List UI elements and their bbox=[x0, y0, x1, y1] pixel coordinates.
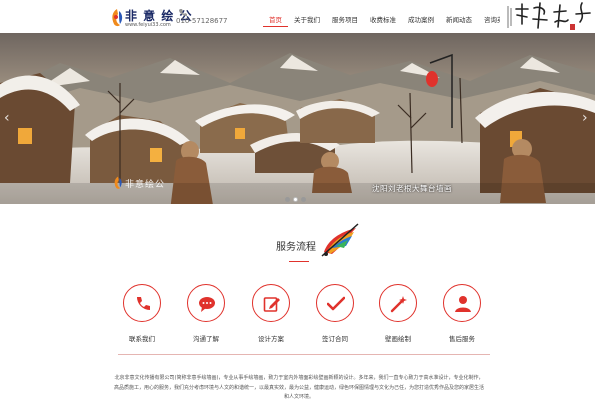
about-text: 北京非意文化传播有限公司(简称非意手绘墙画)，专业从事手绘墙画，致力于室内外墙面… bbox=[114, 375, 485, 400]
watermark-logo-icon bbox=[114, 176, 122, 189]
carousel-dots bbox=[285, 197, 306, 202]
step-label: 沟通了解 bbox=[193, 335, 219, 343]
banner-watermark: 非意绘公 bbox=[113, 175, 164, 195]
step-label: 壁画绘制 bbox=[385, 335, 411, 343]
main-nav: 首页 关于我们 服务项目 收费标准 成功案例 新闻动态 咨询英才 bbox=[263, 13, 516, 27]
calligraphy-decoration bbox=[500, 0, 595, 33]
step-label: 设计方案 bbox=[258, 335, 284, 343]
banner-prev-arrow[interactable]: ‹ bbox=[4, 111, 10, 125]
step-contact[interactable]: 联系我们 bbox=[118, 284, 166, 343]
steps-divider bbox=[118, 354, 490, 355]
header: 非 意 绘 公 www.feiyui33.com 010-57128677 首页… bbox=[0, 0, 595, 33]
nav-news[interactable]: 新闻动态 bbox=[440, 13, 478, 27]
watermark-text: 非意绘公 bbox=[125, 180, 166, 190]
title-underline bbox=[289, 261, 309, 262]
step-communicate[interactable]: 沟通了解 bbox=[182, 284, 230, 343]
step-label: 签订合同 bbox=[322, 335, 348, 343]
check-icon bbox=[327, 296, 345, 311]
logo-mark-icon bbox=[112, 9, 123, 27]
section-title: 服务流程 bbox=[276, 242, 316, 253]
step-label: 联系我们 bbox=[129, 335, 155, 343]
banner-next-arrow[interactable]: › bbox=[582, 111, 588, 125]
logo[interactable]: 非 意 绘 公 www.feiyui33.com bbox=[110, 6, 192, 30]
step-label: 售后服务 bbox=[449, 335, 475, 343]
nav-services[interactable]: 服务项目 bbox=[326, 13, 364, 27]
edit-icon bbox=[263, 297, 280, 312]
step-aftersales[interactable]: 售后服务 bbox=[438, 284, 486, 343]
banner-caption: 沈阳刘老根大舞台墙画 bbox=[372, 184, 452, 193]
nav-home[interactable]: 首页 bbox=[263, 13, 288, 27]
logo-url: www.feiyui33.com bbox=[125, 22, 171, 28]
phone-icon bbox=[179, 9, 187, 16]
step-design[interactable]: 设计方案 bbox=[247, 284, 295, 343]
wand-icon bbox=[390, 296, 407, 313]
nav-cases[interactable]: 成功案例 bbox=[402, 13, 440, 27]
user-icon bbox=[455, 296, 471, 312]
carousel-dot-1[interactable] bbox=[285, 197, 290, 202]
banner-image bbox=[0, 33, 595, 204]
phone-icon bbox=[137, 297, 150, 310]
phone-number: 010-57128677 bbox=[176, 17, 228, 25]
chat-icon bbox=[199, 297, 215, 312]
service-steps: 联系我们 沟通了解 设计方案 签订合同 壁画绘制 售后服务 bbox=[118, 284, 490, 355]
carousel-dot-2[interactable] bbox=[293, 197, 298, 202]
step-contract[interactable]: 签订合同 bbox=[311, 284, 359, 343]
paintbrush-icon bbox=[321, 223, 359, 257]
nav-about[interactable]: 关于我们 bbox=[288, 13, 326, 27]
nav-pricing[interactable]: 收费标准 bbox=[364, 13, 402, 27]
carousel-dot-3[interactable] bbox=[301, 197, 306, 202]
step-painting[interactable]: 壁画绘制 bbox=[374, 284, 422, 343]
hero-banner[interactable]: ‹ › 沈阳刘老根大舞台墙画 bbox=[0, 33, 595, 204]
